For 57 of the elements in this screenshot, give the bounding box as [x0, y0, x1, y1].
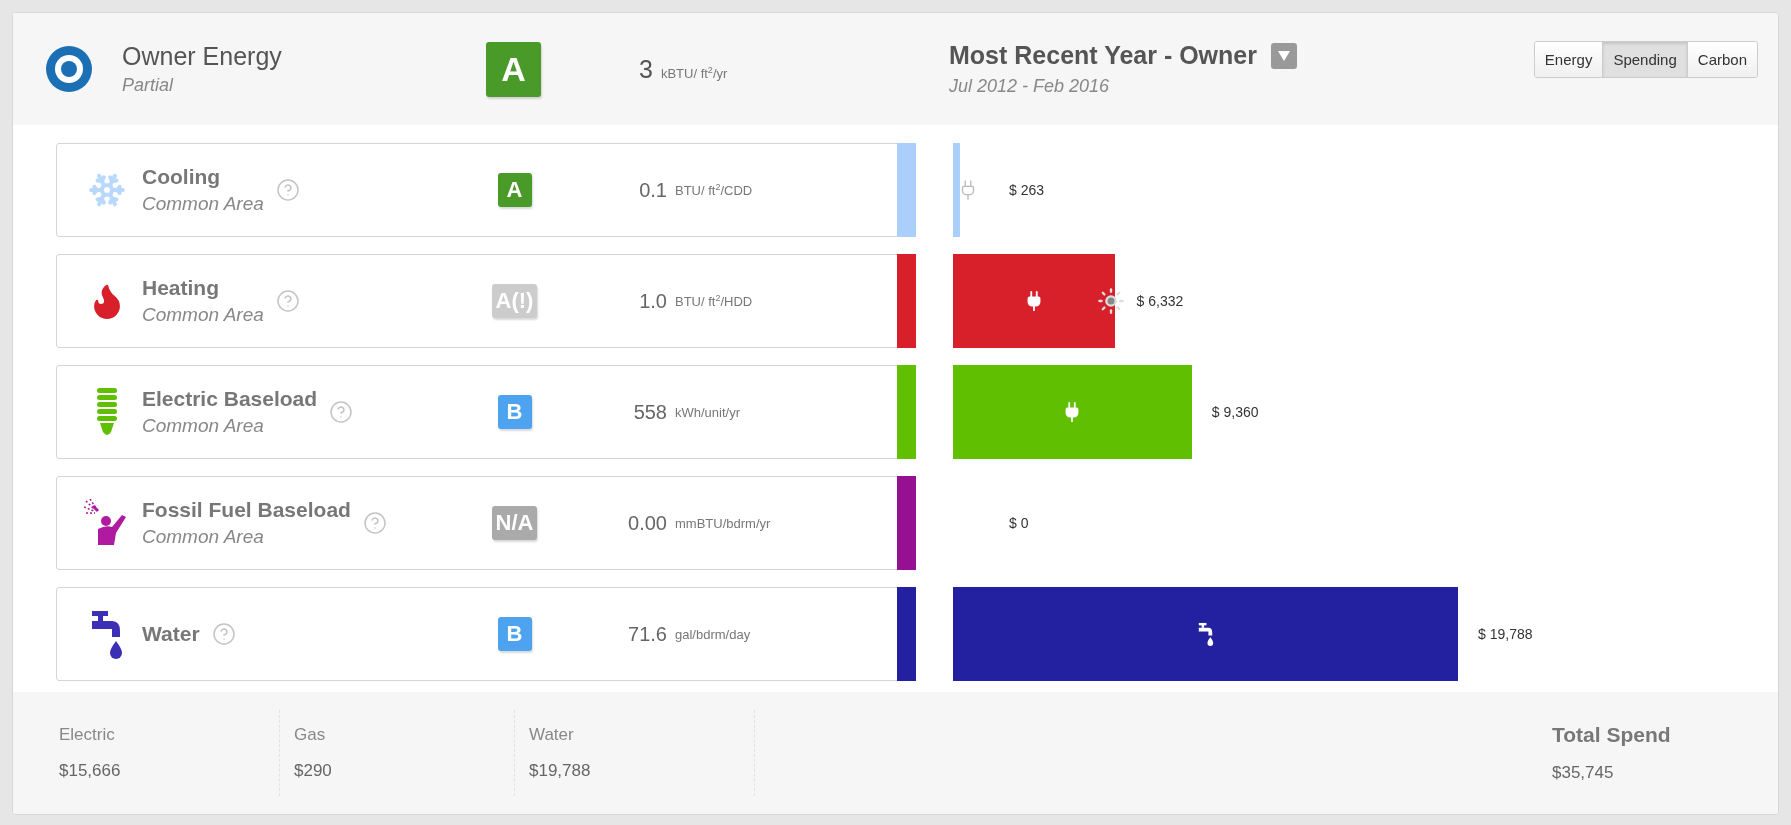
snowflake-icon [88, 171, 126, 209]
category-name: Cooling [142, 165, 222, 189]
category-area: Common Area [142, 526, 351, 548]
spend-amount: $ 263 [1009, 182, 1045, 198]
grade-badge: B [497, 395, 532, 429]
summary-value: $19,788 [529, 761, 592, 781]
card-subtitle: Partial [122, 75, 175, 96]
period-range: Jul 2012 - Feb 2016 [949, 76, 1111, 97]
total-label: Total Spend [1552, 723, 1672, 747]
period-title: Most Recent Year - Owner [949, 41, 1257, 70]
category-name: Water [142, 622, 200, 646]
help-icon[interactable] [275, 289, 300, 313]
target-logo-icon [46, 46, 92, 92]
view-tab[interactable]: Spending [1603, 42, 1688, 77]
spend-amount: $ 6,332 [1136, 293, 1184, 309]
help-icon[interactable] [211, 622, 236, 646]
dropdown-button[interactable] [1271, 42, 1297, 69]
summary-label: Electric [59, 725, 116, 745]
category-area: Common Area [142, 304, 264, 326]
sun-icon [1096, 287, 1125, 315]
category-unit: BTU/ ft$^{2}$/CDD [675, 181, 754, 199]
summary-label: Water [529, 725, 575, 745]
help-icon[interactable] [275, 178, 300, 202]
view-tab[interactable]: Carbon [1687, 42, 1757, 77]
card-title: Owner Energy [122, 42, 282, 71]
category-value: 0.1 [638, 178, 667, 202]
summary-value: $290 [294, 761, 333, 781]
category-value: 71.6 [627, 622, 667, 646]
category-name: Heating [142, 276, 220, 300]
spend-amount: $ 9,360 [1211, 404, 1259, 420]
total-value: $35,745 [1552, 763, 1615, 783]
summary-label: Gas [294, 725, 327, 745]
category-value: 1.0 [638, 289, 667, 313]
grade-badge: A [486, 41, 541, 97]
view-tab[interactable]: Energy [1534, 42, 1604, 77]
category-value: 558 [632, 400, 667, 424]
grade-badge: B [497, 617, 532, 651]
help-icon[interactable] [329, 400, 354, 424]
category-unit: kWh/unit/yr [675, 404, 741, 420]
lightbulb-icon [95, 386, 119, 438]
caret-icon [1278, 50, 1290, 61]
spend-amount: $ 19,788 [1478, 626, 1533, 642]
category-area: Common Area [142, 415, 318, 437]
category-name: Electric Baseload [142, 387, 318, 411]
spend-amount: $ 0 [1009, 515, 1029, 531]
category-area: Common Area [142, 193, 264, 215]
energy-intensity: 3 kBTU/ ft$^{2}$/yr [639, 54, 729, 84]
category-unit: mmBTU/bdrm/yr [675, 515, 772, 531]
help-icon[interactable] [362, 511, 387, 535]
category-unit: BTU/ ft$^{2}$/HDD [675, 292, 754, 310]
category-name: Fossil Fuel Baseload [142, 498, 351, 522]
faucet-icon [90, 609, 124, 659]
category-value: 0.00 [627, 511, 667, 535]
grade-badge: N/A [491, 506, 538, 540]
grade-badge: A [497, 173, 532, 207]
summary-value: $15,666 [59, 761, 122, 781]
category-unit: gal/bdrm/day [675, 626, 752, 642]
